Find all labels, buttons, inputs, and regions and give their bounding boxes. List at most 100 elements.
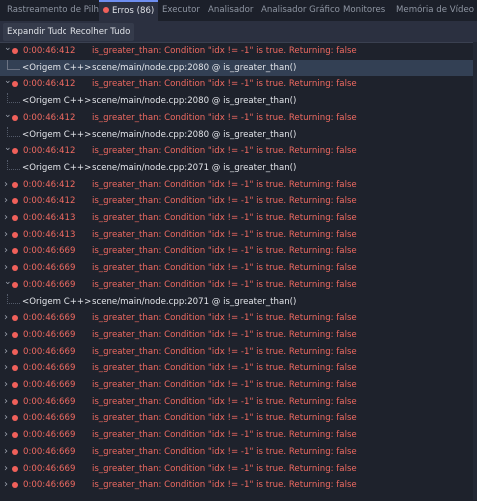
error-icon bbox=[12, 382, 18, 388]
error-icon bbox=[12, 265, 18, 272]
error-icon bbox=[12, 448, 18, 455]
error-row[interactable]: › 0:00:46:669 is_greater_than: Condition "… bbox=[0, 243, 477, 260]
error-row[interactable]: ⌄ 0:00:46:412 is_greater_than: Condition "… bbox=[0, 110, 477, 127]
chevron-right-icon[interactable]: › bbox=[4, 243, 11, 260]
error-message: is_greater_than: Condition "idx != -1" i… bbox=[92, 463, 357, 474]
chevron-down-icon[interactable]: ⌄ bbox=[4, 140, 12, 157]
source-location: scene/main/node.cpp:2080 @ is_greater_th… bbox=[92, 129, 297, 140]
error-source-row[interactable]: <Origem C++> scene/main/node.cpp:2080 @ i… bbox=[0, 126, 477, 144]
error-icon bbox=[12, 231, 18, 238]
error-source-row[interactable]: <Origem C++> scene/main/node.cpp:2080 @ i… bbox=[0, 59, 477, 77]
chevron-down-icon[interactable]: ⌄ bbox=[4, 107, 12, 124]
error-source-row[interactable]: <Origem C++> scene/main/node.cpp:2080 @ i… bbox=[0, 93, 477, 110]
chevron-right-icon[interactable]: › bbox=[4, 427, 11, 444]
error-icon bbox=[12, 415, 18, 422]
error-timestamp: 0:00:46:412 bbox=[23, 196, 76, 207]
error-row[interactable]: › 0:00:46:669 is_greater_than: Condition "… bbox=[0, 410, 477, 427]
error-row[interactable]: › 0:00:46:412 is_greater_than: Condition "… bbox=[0, 193, 477, 210]
error-timestamp: 0:00:46:669 bbox=[23, 480, 76, 491]
error-dot-icon bbox=[103, 7, 109, 13]
error-row[interactable]: › 0:00:46:669 is_greater_than: Condition "… bbox=[0, 377, 477, 394]
chevron-right-icon[interactable]: › bbox=[4, 177, 11, 194]
tab-profiler[interactable]: Analisador bbox=[208, 0, 253, 21]
error-message: is_greater_than: Condition "idx != -1" i… bbox=[92, 179, 357, 190]
chevron-right-icon[interactable]: › bbox=[4, 227, 11, 244]
error-timestamp: 0:00:46:669 bbox=[23, 363, 76, 374]
error-timestamp: 0:00:46:669 bbox=[23, 396, 76, 407]
chevron-right-icon[interactable]: › bbox=[4, 193, 11, 210]
chevron-right-icon[interactable]: › bbox=[4, 477, 11, 494]
error-row[interactable]: › 0:00:46:669 is_greater_than: Condition "… bbox=[0, 344, 477, 361]
error-row[interactable]: › 0:00:46:669 is_greater_than: Condition "… bbox=[0, 461, 477, 478]
chevron-down-icon[interactable]: ⌄ bbox=[4, 274, 12, 291]
error-icon bbox=[12, 215, 18, 221]
source-origin: <Origem C++> bbox=[22, 162, 92, 173]
tab-label: Monitores bbox=[343, 5, 386, 15]
error-row[interactable]: › 0:00:46:669 is_greater_than: Condition "… bbox=[0, 444, 477, 461]
error-row[interactable]: › 0:00:46:669 is_greater_than: Condition "… bbox=[0, 327, 477, 344]
error-message: is_greater_than: Condition "idx != -1" i… bbox=[92, 480, 357, 491]
error-timestamp: 0:00:46:669 bbox=[23, 279, 76, 290]
error-icon bbox=[12, 465, 18, 472]
tab-executor[interactable]: Executor bbox=[162, 0, 200, 21]
error-source-row[interactable]: <Origem C++> scene/main/node.cpp:2071 @ i… bbox=[0, 293, 477, 311]
error-icon bbox=[12, 482, 18, 489]
error-timestamp: 0:00:46:412 bbox=[23, 146, 76, 157]
chevron-right-icon[interactable]: › bbox=[4, 310, 11, 327]
error-message: is_greater_than: Condition "idx != -1" i… bbox=[92, 380, 357, 390]
error-row[interactable]: › 0:00:46:413 is_greater_than: Condition "… bbox=[0, 210, 477, 227]
tab-stack-trace[interactable]: Rastreamento de Pilha bbox=[7, 0, 104, 21]
error-timestamp: 0:00:46:669 bbox=[23, 463, 76, 474]
chevron-right-icon[interactable]: › bbox=[4, 410, 11, 427]
tab-label: Analisador Gráfico bbox=[261, 5, 340, 15]
tab-errors[interactable]: Erros (86) bbox=[99, 0, 159, 21]
error-row[interactable]: › 0:00:46:669 is_greater_than: Condition "… bbox=[0, 360, 477, 377]
error-row[interactable]: ⌄ 0:00:46:412 is_greater_than: Condition "… bbox=[0, 143, 477, 160]
error-message: is_greater_than: Condition "idx != -1" i… bbox=[92, 413, 357, 424]
chevron-right-icon[interactable]: › bbox=[4, 377, 11, 394]
error-row[interactable]: › 0:00:46:669 is_greater_than: Condition "… bbox=[0, 260, 477, 277]
error-row[interactable]: › 0:00:46:669 is_greater_than: Condition "… bbox=[0, 477, 477, 494]
error-message: is_greater_than: Condition "idx != -1" i… bbox=[92, 229, 357, 240]
tree-connector bbox=[7, 126, 20, 137]
source-location: scene/main/node.cpp:2071 @ is_greater_th… bbox=[92, 296, 297, 307]
tab-visual-profiler[interactable]: Analisador Gráfico bbox=[261, 0, 340, 21]
error-row[interactable]: › 0:00:46:669 is_greater_than: Condition "… bbox=[0, 427, 477, 444]
chevron-right-icon[interactable]: › bbox=[4, 210, 11, 227]
error-icon bbox=[12, 348, 18, 355]
error-row[interactable]: › 0:00:46:413 is_greater_than: Condition "… bbox=[0, 227, 477, 244]
error-row[interactable]: ⌄ 0:00:46:412 is_greater_than: Condition "… bbox=[0, 43, 477, 60]
error-source-row[interactable]: <Origem C++> scene/main/node.cpp:2071 @ i… bbox=[0, 159, 477, 177]
error-timestamp: 0:00:46:669 bbox=[23, 380, 76, 390]
error-row[interactable]: › 0:00:46:412 is_greater_than: Condition "… bbox=[0, 177, 477, 194]
chevron-right-icon[interactable]: › bbox=[4, 327, 11, 344]
error-row[interactable]: ⌄ 0:00:46:669 is_greater_than: Condition "… bbox=[0, 277, 477, 294]
error-icon bbox=[12, 148, 18, 155]
chevron-right-icon[interactable]: › bbox=[4, 344, 11, 361]
error-timestamp: 0:00:46:413 bbox=[23, 213, 76, 223]
chevron-right-icon[interactable]: › bbox=[4, 360, 11, 377]
error-row[interactable]: › 0:00:46:669 is_greater_than: Condition "… bbox=[0, 310, 477, 327]
error-message: is_greater_than: Condition "idx != -1" i… bbox=[92, 363, 357, 374]
chevron-right-icon[interactable]: › bbox=[4, 394, 11, 411]
collapse-all-button[interactable]: Recolher Tudo bbox=[66, 23, 135, 41]
tab-monitors[interactable]: Monitores bbox=[343, 0, 385, 21]
error-icon bbox=[12, 281, 18, 288]
error-icon bbox=[12, 432, 18, 439]
expand-all-button[interactable]: Expandir Tudo bbox=[3, 23, 72, 41]
error-row[interactable]: › 0:00:46:669 is_greater_than: Condition "… bbox=[0, 394, 477, 411]
tab-video-memory[interactable]: Memória de Vídeo bbox=[396, 0, 474, 21]
chevron-down-icon[interactable]: ⌄ bbox=[4, 73, 12, 90]
error-message: is_greater_than: Condition "idx != -1" i… bbox=[92, 146, 357, 157]
error-row[interactable]: ⌄ 0:00:46:412 is_greater_than: Condition "… bbox=[0, 76, 477, 93]
chevron-right-icon[interactable]: › bbox=[4, 444, 11, 461]
error-timestamp: 0:00:46:669 bbox=[23, 313, 76, 324]
error-message: is_greater_than: Condition "idx != -1" i… bbox=[92, 279, 357, 290]
chevron-down-icon[interactable]: ⌄ bbox=[4, 40, 12, 57]
error-timestamp: 0:00:46:412 bbox=[23, 46, 76, 56]
tab-label: Rastreamento de Pilha bbox=[7, 5, 105, 15]
vertical-scrollbar[interactable] bbox=[473, 42, 477, 500]
source-origin: <Origem C++> bbox=[22, 296, 92, 307]
error-tree-list[interactable]: ⌄ 0:00:46:412 is_greater_than: Condition "… bbox=[0, 42, 477, 501]
chevron-right-icon[interactable]: › bbox=[4, 461, 11, 478]
